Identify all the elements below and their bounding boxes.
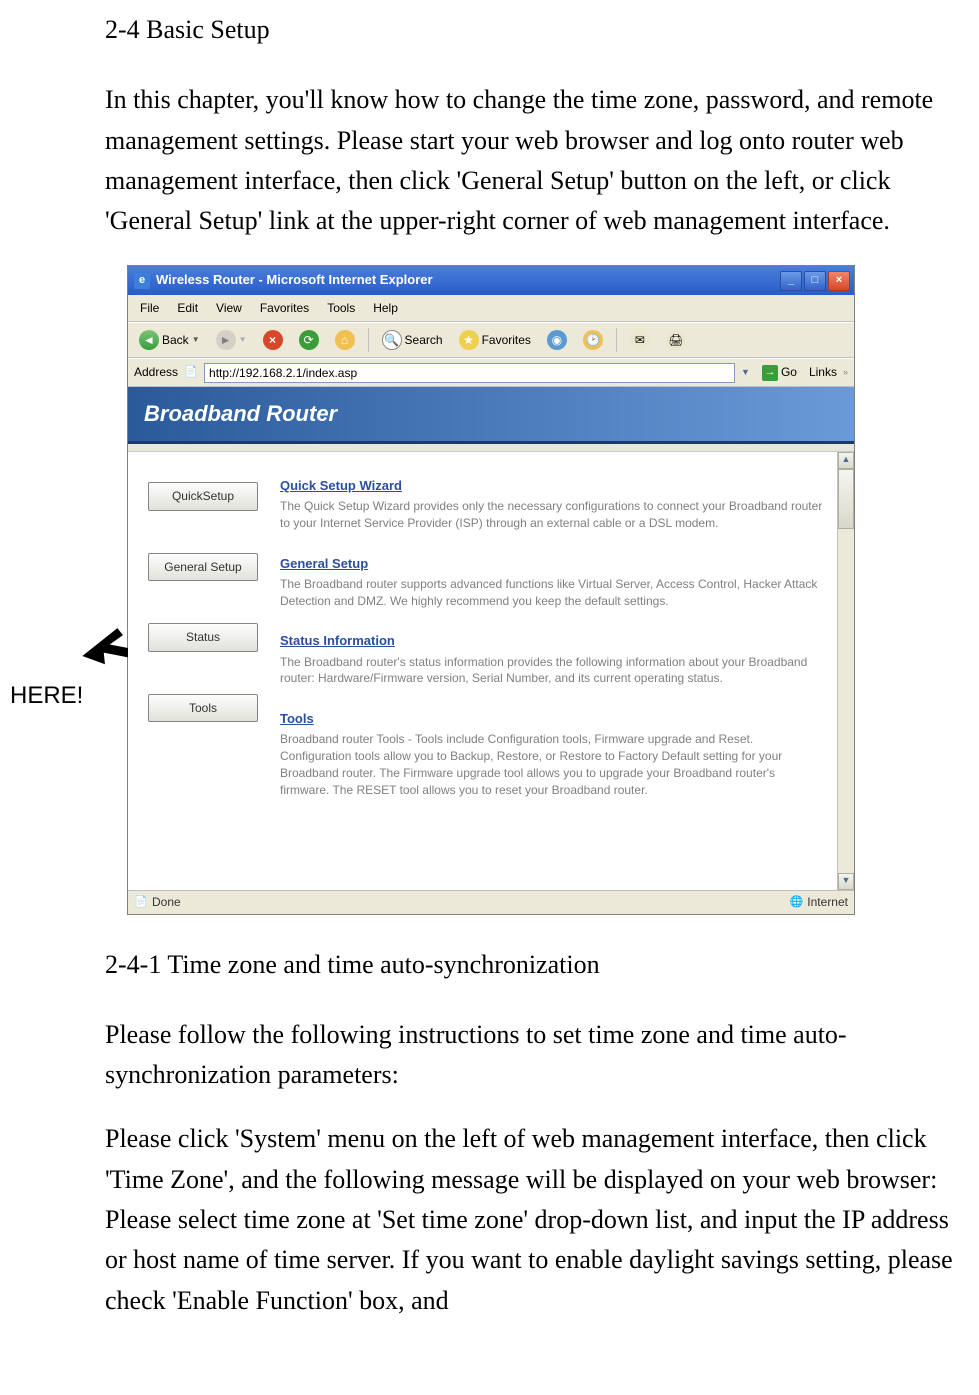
address-chevron-icon[interactable]: ▼	[741, 366, 750, 380]
go-icon: →	[762, 365, 778, 381]
home-icon: ⌂	[335, 330, 355, 350]
history-button[interactable]: 🕑	[578, 327, 608, 353]
address-label: Address	[134, 363, 178, 382]
router-subheader	[128, 444, 854, 452]
back-button[interactable]: ◄ Back ▼	[134, 327, 205, 353]
menu-help[interactable]: Help	[365, 297, 406, 320]
scroll-track[interactable]	[838, 529, 854, 873]
status-right-text: Internet	[807, 893, 848, 912]
section-tools: Tools Broadband router Tools - Tools inc…	[280, 709, 824, 798]
browser-screenshot: e Wireless Router - Microsoft Internet E…	[127, 265, 855, 914]
menu-file[interactable]: File	[132, 297, 167, 320]
maximize-button[interactable]: □	[804, 271, 826, 291]
desc-status-info: The Broadband router's status informatio…	[280, 654, 824, 688]
router-brand-header: Broadband Router	[128, 387, 854, 444]
menu-bar: File Edit View Favorites Tools Help	[128, 295, 854, 323]
refresh-icon: ⟳	[299, 330, 319, 350]
link-quick-setup-wizard[interactable]: Quick Setup Wizard	[280, 476, 824, 496]
print-button[interactable]: 🖨	[661, 327, 691, 353]
scroll-up-button[interactable]: ▲	[838, 452, 854, 469]
status-left-text: Done	[152, 893, 181, 912]
link-status-information[interactable]: Status Information	[280, 631, 824, 651]
toolbar-sep-2	[616, 328, 617, 352]
mail-icon: ✉	[630, 330, 650, 350]
content-scrollbar[interactable]: ▲ ▼	[837, 452, 854, 890]
sidebar-item-general-setup[interactable]: General Setup	[148, 553, 258, 582]
sidebar-item-tools[interactable]: Tools	[148, 694, 258, 723]
back-chevron-icon: ▼	[192, 334, 200, 346]
forward-button[interactable]: ► ▼	[211, 327, 252, 353]
minimize-button[interactable]: _	[780, 271, 802, 291]
menu-favorites[interactable]: Favorites	[252, 297, 317, 320]
refresh-button[interactable]: ⟳	[294, 327, 324, 353]
section-general-setup: General Setup The Broadband router suppo…	[280, 554, 824, 610]
favorites-label: Favorites	[482, 331, 531, 350]
window-title: Wireless Router - Microsoft Internet Exp…	[156, 270, 780, 290]
router-content: Quick Setup Wizard The Quick Setup Wizar…	[270, 452, 854, 890]
sidebar-item-quicksetup[interactable]: QuickSetup	[148, 482, 258, 511]
paragraph-2: Please follow the following instructions…	[105, 1015, 963, 1096]
print-icon: 🖨	[666, 330, 686, 350]
menu-view[interactable]: View	[208, 297, 250, 320]
go-button[interactable]: → Go	[756, 362, 803, 383]
links-chevron-icon: »	[843, 366, 848, 380]
section-heading: 2-4 Basic Setup	[105, 10, 969, 50]
desc-general-setup: The Broadband router supports advanced f…	[280, 576, 824, 610]
history-icon: 🕑	[583, 330, 603, 350]
scroll-thumb[interactable]	[838, 469, 854, 529]
media-icon: ◉	[547, 330, 567, 350]
window-titlebar: e Wireless Router - Microsoft Internet E…	[128, 266, 854, 294]
link-general-setup[interactable]: General Setup	[280, 554, 824, 574]
search-label: Search	[405, 331, 443, 350]
here-annotation: HERE!	[10, 677, 83, 714]
router-sidebar: QuickSetup General Setup Status Tools	[128, 452, 270, 890]
mail-button[interactable]: ✉	[625, 327, 655, 353]
forward-icon: ►	[216, 330, 236, 350]
favorites-button[interactable]: ★ Favorites	[454, 327, 536, 353]
media-button[interactable]: ◉	[542, 327, 572, 353]
sidebar-item-status[interactable]: Status	[148, 623, 258, 652]
menu-tools[interactable]: Tools	[319, 297, 363, 320]
address-bar: Address 📄 ▼ → Go Links »	[128, 358, 854, 387]
link-tools[interactable]: Tools	[280, 709, 824, 729]
browser-status-bar: 📄 Done 🌐 Internet	[128, 890, 854, 914]
links-label[interactable]: Links	[809, 363, 837, 382]
toolbar: ◄ Back ▼ ► ▼ × ⟳ ⌂ 🔍 Search ★ Favorites …	[128, 322, 854, 358]
forward-chevron-icon: ▼	[239, 334, 247, 346]
subsection-heading: 2-4-1 Time zone and time auto-synchroniz…	[105, 945, 969, 985]
go-label: Go	[781, 363, 797, 382]
star-icon: ★	[459, 330, 479, 350]
internet-zone-icon: 🌐	[789, 895, 803, 909]
page-icon: 📄	[184, 366, 198, 380]
done-icon: 📄	[134, 895, 148, 909]
desc-quick-setup: The Quick Setup Wizard provides only the…	[280, 498, 824, 532]
paragraph-3: Please click 'System' menu on the left o…	[105, 1119, 963, 1320]
close-button[interactable]: ×	[828, 271, 850, 291]
back-label: Back	[162, 331, 189, 350]
desc-tools: Broadband router Tools - Tools include C…	[280, 731, 824, 798]
scroll-down-button[interactable]: ▼	[838, 873, 854, 890]
section-status-info: Status Information The Broadband router'…	[280, 631, 824, 687]
router-body: QuickSetup General Setup Status Tools Qu…	[128, 452, 854, 890]
search-icon: 🔍	[382, 330, 402, 350]
intro-paragraph: In this chapter, you'll know how to chan…	[105, 80, 963, 241]
stop-button[interactable]: ×	[258, 327, 288, 353]
address-input[interactable]	[204, 363, 735, 383]
back-icon: ◄	[139, 330, 159, 350]
search-button[interactable]: 🔍 Search	[377, 327, 448, 353]
toolbar-sep-1	[368, 328, 369, 352]
window-controls: _ □ ×	[780, 271, 850, 291]
menu-edit[interactable]: Edit	[169, 297, 206, 320]
home-button[interactable]: ⌂	[330, 327, 360, 353]
section-quick-setup: Quick Setup Wizard The Quick Setup Wizar…	[280, 476, 824, 532]
stop-icon: ×	[263, 330, 283, 350]
ie-icon: e	[134, 273, 150, 289]
